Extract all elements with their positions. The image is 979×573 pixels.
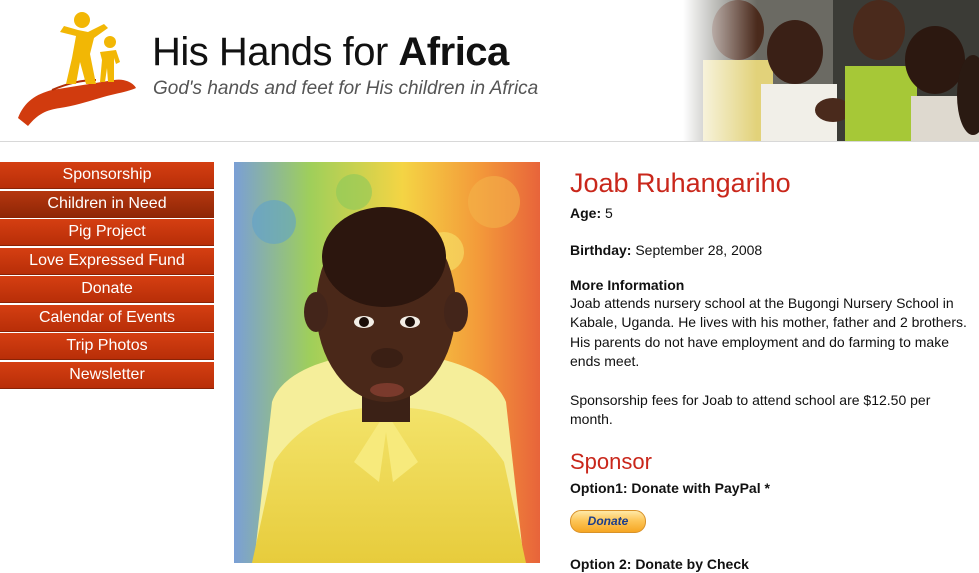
site-tagline: God's hands and feet for His children in… [153, 78, 539, 99]
more-info-heading: More Information [570, 277, 685, 293]
hands-holding-family-icon[interactable] [16, 10, 140, 130]
more-info-text: Joab attends nursery school at the Bugon… [570, 295, 967, 370]
paypal-donate-button[interactable]: Donate [570, 510, 646, 534]
nav-item-children-in-need[interactable]: Children in Need [0, 190, 214, 218]
site-title[interactable]: His Hands for Africa [152, 30, 509, 75]
children-clapping-photo [683, 0, 979, 141]
age-value: 5 [605, 205, 613, 221]
child-name: Joab Ruhangariho [570, 168, 791, 198]
site-header: His Hands for Africa God's hands and fee… [0, 0, 979, 142]
option1-label: Option1: Donate with PayPal * [570, 480, 770, 497]
nav-item-donate[interactable]: Donate [0, 276, 214, 303]
birthday-field: Birthday: September 28, 2008 [570, 241, 975, 260]
sidebar-nav: Sponsorship Children in Need Pig Project… [0, 162, 214, 390]
sponsorship-fees-text: Sponsorship fees for Joab to attend scho… [570, 391, 931, 428]
site-title-bold: Africa [398, 30, 509, 74]
nav-item-calendar-of-events[interactable]: Calendar of Events [0, 304, 214, 332]
option2-label: Option 2: Donate by Check [570, 556, 749, 573]
birthday-value: September 28, 2008 [635, 242, 763, 258]
birthday-label: Birthday: [570, 242, 632, 258]
nav-item-newsletter[interactable]: Newsletter [0, 361, 214, 389]
age-field: Age: 5 [570, 204, 975, 223]
nav-item-love-expressed-fund[interactable]: Love Expressed Fund [0, 247, 214, 275]
age-label: Age: [570, 205, 602, 221]
sponsor-heading: Sponsor [570, 449, 652, 475]
child-profile: Joab Ruhangariho Age: 5 Birthday: Septem… [570, 168, 975, 573]
nav-item-trip-photos[interactable]: Trip Photos [0, 333, 214, 360]
nav-item-pig-project[interactable]: Pig Project [0, 219, 214, 246]
child-portrait-photo [234, 162, 540, 563]
nav-item-sponsorship[interactable]: Sponsorship [0, 162, 214, 189]
site-title-regular: His Hands for [152, 30, 399, 74]
